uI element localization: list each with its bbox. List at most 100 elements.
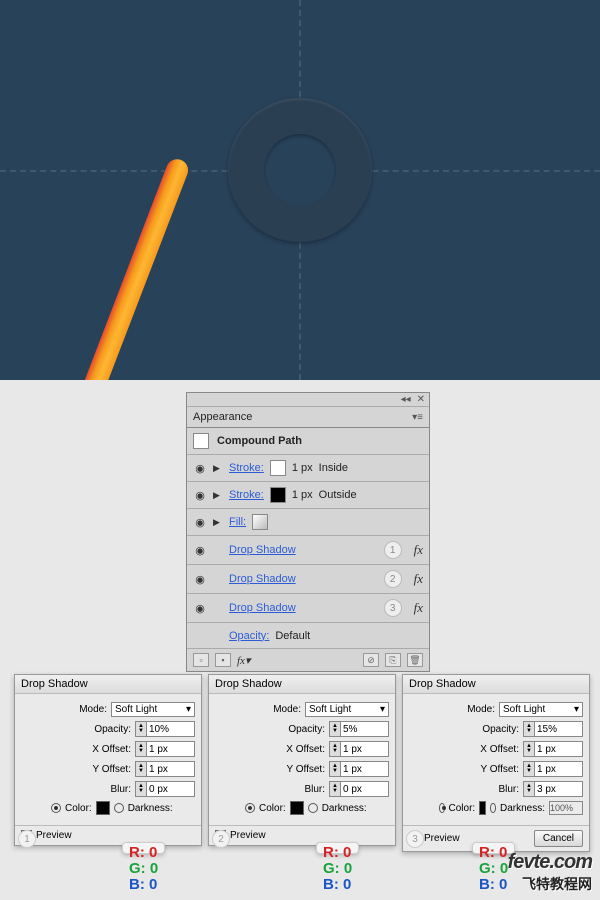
add-effect-icon[interactable]: fx▾ bbox=[237, 654, 250, 667]
darkness-radio[interactable] bbox=[308, 803, 318, 813]
panel-window-controls[interactable]: ◂◂ ✕ bbox=[187, 393, 429, 407]
effect-link[interactable]: Drop Shadow bbox=[229, 573, 296, 585]
color-radio[interactable] bbox=[439, 803, 445, 813]
effect-badge: 3 bbox=[384, 599, 402, 617]
yoffset-stepper[interactable]: ▲▼ bbox=[329, 761, 389, 777]
object-type-label: Compound Path bbox=[217, 435, 302, 447]
dialog-title: Drop Shadow bbox=[209, 675, 395, 694]
opacity-stepper[interactable]: ▲▼ bbox=[135, 721, 195, 737]
effect-link[interactable]: Drop Shadow bbox=[229, 602, 296, 614]
effect-badge: 2 bbox=[384, 570, 402, 588]
blur-label: Blur: bbox=[83, 784, 131, 795]
rgb-readout: R: 0G: 0B: 0 bbox=[316, 842, 359, 854]
ring-shape bbox=[228, 98, 372, 242]
preview-label: Preview bbox=[36, 830, 72, 841]
yoffset-stepper[interactable]: ▲▼ bbox=[135, 761, 195, 777]
yoffset-stepper[interactable]: ▲▼ bbox=[523, 761, 583, 777]
visibility-icon[interactable]: ◉ bbox=[193, 544, 207, 557]
collapse-icon[interactable]: ◂◂ bbox=[401, 394, 411, 405]
opacity-stepper[interactable]: ▲▼ bbox=[523, 721, 583, 737]
close-icon[interactable]: ✕ bbox=[417, 394, 425, 405]
color-radio[interactable] bbox=[51, 803, 61, 813]
stick-shape bbox=[70, 156, 191, 380]
darkness-field[interactable] bbox=[549, 801, 583, 815]
opacity-row[interactable]: Opacity: Default bbox=[187, 623, 429, 649]
color-swatch[interactable] bbox=[290, 801, 304, 815]
expand-icon[interactable]: ▶ bbox=[213, 517, 223, 528]
mode-select[interactable]: Soft Light▾ bbox=[499, 702, 583, 717]
stroke-link[interactable]: Stroke: bbox=[229, 462, 264, 474]
trash-icon[interactable]: 🗑 bbox=[407, 653, 423, 667]
color-swatch[interactable] bbox=[96, 801, 110, 815]
clear-icon[interactable]: ⊘ bbox=[363, 653, 379, 667]
drop-shadow-dialog-1: Drop Shadow Mode: Soft Light▾ Opacity: ▲… bbox=[14, 674, 202, 846]
stroke-swatch[interactable] bbox=[270, 460, 286, 476]
effect-row-2[interactable]: ◉ Drop Shadow 2 fx bbox=[187, 565, 429, 594]
watermark: fevte.com 飞特教程网 bbox=[508, 851, 592, 894]
effect-link[interactable]: Drop Shadow bbox=[229, 544, 296, 556]
visibility-icon[interactable]: ◉ bbox=[193, 602, 207, 615]
color-swatch[interactable] bbox=[479, 801, 486, 815]
drop-shadow-dialog-3: Drop Shadow Mode: Soft Light▾ Opacity: ▲… bbox=[402, 674, 590, 852]
opacity-label: Opacity: bbox=[83, 724, 131, 735]
visibility-icon[interactable]: ◉ bbox=[193, 489, 207, 502]
stroke-row-2[interactable]: ◉ ▶ Stroke: 1 px Outside bbox=[187, 482, 429, 509]
cancel-button[interactable]: Cancel bbox=[534, 830, 583, 847]
appearance-panel: ◂◂ ✕ Appearance ▾≡ Compound Path ◉ ▶ Str… bbox=[186, 392, 430, 672]
dialog-title: Drop Shadow bbox=[403, 675, 589, 694]
no-fill-icon[interactable]: ▫ bbox=[193, 653, 209, 667]
visibility-icon[interactable]: ◉ bbox=[193, 573, 207, 586]
color-label: Color: bbox=[65, 803, 92, 814]
effect-badge: 1 bbox=[384, 541, 402, 559]
mode-label: Mode: bbox=[59, 704, 107, 715]
xoffset-stepper[interactable]: ▲▼ bbox=[135, 741, 195, 757]
fill-swatch[interactable] bbox=[252, 514, 268, 530]
color-radio[interactable] bbox=[245, 803, 255, 813]
darkness-label: Darkness: bbox=[128, 803, 173, 814]
effect-row-3[interactable]: ◉ Drop Shadow 3 fx bbox=[187, 594, 429, 623]
stroke-row-1[interactable]: ◉ ▶ Stroke: 1 px Inside bbox=[187, 455, 429, 482]
object-swatch bbox=[193, 433, 209, 449]
stroke-align: Inside bbox=[319, 462, 348, 474]
expand-icon[interactable]: ▶ bbox=[213, 463, 223, 474]
blur-stepper[interactable]: ▲▼ bbox=[523, 781, 583, 797]
expand-icon[interactable]: ▶ bbox=[213, 490, 223, 501]
opacity-stepper[interactable]: ▲▼ bbox=[329, 721, 389, 737]
effect-row-1[interactable]: ◉ Drop Shadow 1 fx bbox=[187, 536, 429, 565]
chevron-down-icon: ▾ bbox=[186, 704, 191, 715]
fill-link[interactable]: Fill: bbox=[229, 516, 246, 528]
fx-icon[interactable]: fx bbox=[414, 542, 423, 558]
panel-menu-icon[interactable]: ▾≡ bbox=[412, 412, 423, 423]
xoffset-label: X Offset: bbox=[83, 744, 131, 755]
stroke-swatch[interactable] bbox=[270, 487, 286, 503]
duplicate-icon[interactable]: ⎘ bbox=[385, 653, 401, 667]
dialogs-row: Drop Shadow Mode: Soft Light▾ Opacity: ▲… bbox=[14, 674, 590, 852]
dialog-number-badge: 2 bbox=[212, 830, 230, 848]
drop-shadow-dialog-2: Drop Shadow Mode: Soft Light▾ Opacity: ▲… bbox=[208, 674, 396, 846]
darkness-radio[interactable] bbox=[490, 803, 496, 813]
artwork-canvas bbox=[0, 0, 600, 380]
fill-row[interactable]: ◉ ▶ Fill: bbox=[187, 509, 429, 536]
stroke-link[interactable]: Stroke: bbox=[229, 489, 264, 501]
mode-select[interactable]: Soft Light▾ bbox=[305, 702, 389, 717]
mode-select[interactable]: Soft Light▾ bbox=[111, 702, 195, 717]
object-type-row: Compound Path bbox=[187, 428, 429, 455]
panel-tab[interactable]: Appearance ▾≡ bbox=[187, 407, 429, 428]
stroke-align: Outside bbox=[319, 489, 357, 501]
darkness-radio[interactable] bbox=[114, 803, 124, 813]
fx-icon[interactable]: fx bbox=[414, 571, 423, 587]
new-stroke-icon[interactable]: ▪ bbox=[215, 653, 231, 667]
visibility-icon[interactable]: ◉ bbox=[193, 516, 207, 529]
dialog-title: Drop Shadow bbox=[15, 675, 201, 694]
blur-stepper[interactable]: ▲▼ bbox=[329, 781, 389, 797]
stroke-weight: 1 px bbox=[292, 489, 313, 501]
blur-stepper[interactable]: ▲▼ bbox=[135, 781, 195, 797]
panel-footer: ▫ ▪ fx▾ ⊘ ⎘ 🗑 bbox=[187, 649, 429, 671]
opacity-link[interactable]: Opacity: bbox=[229, 630, 269, 642]
visibility-icon[interactable]: ◉ bbox=[193, 462, 207, 475]
rgb-readout: R: 0G: 0B: 0 bbox=[122, 842, 165, 854]
fx-icon[interactable]: fx bbox=[414, 600, 423, 616]
xoffset-stepper[interactable]: ▲▼ bbox=[329, 741, 389, 757]
dialog-number-badge: 1 bbox=[18, 830, 36, 848]
xoffset-stepper[interactable]: ▲▼ bbox=[523, 741, 583, 757]
